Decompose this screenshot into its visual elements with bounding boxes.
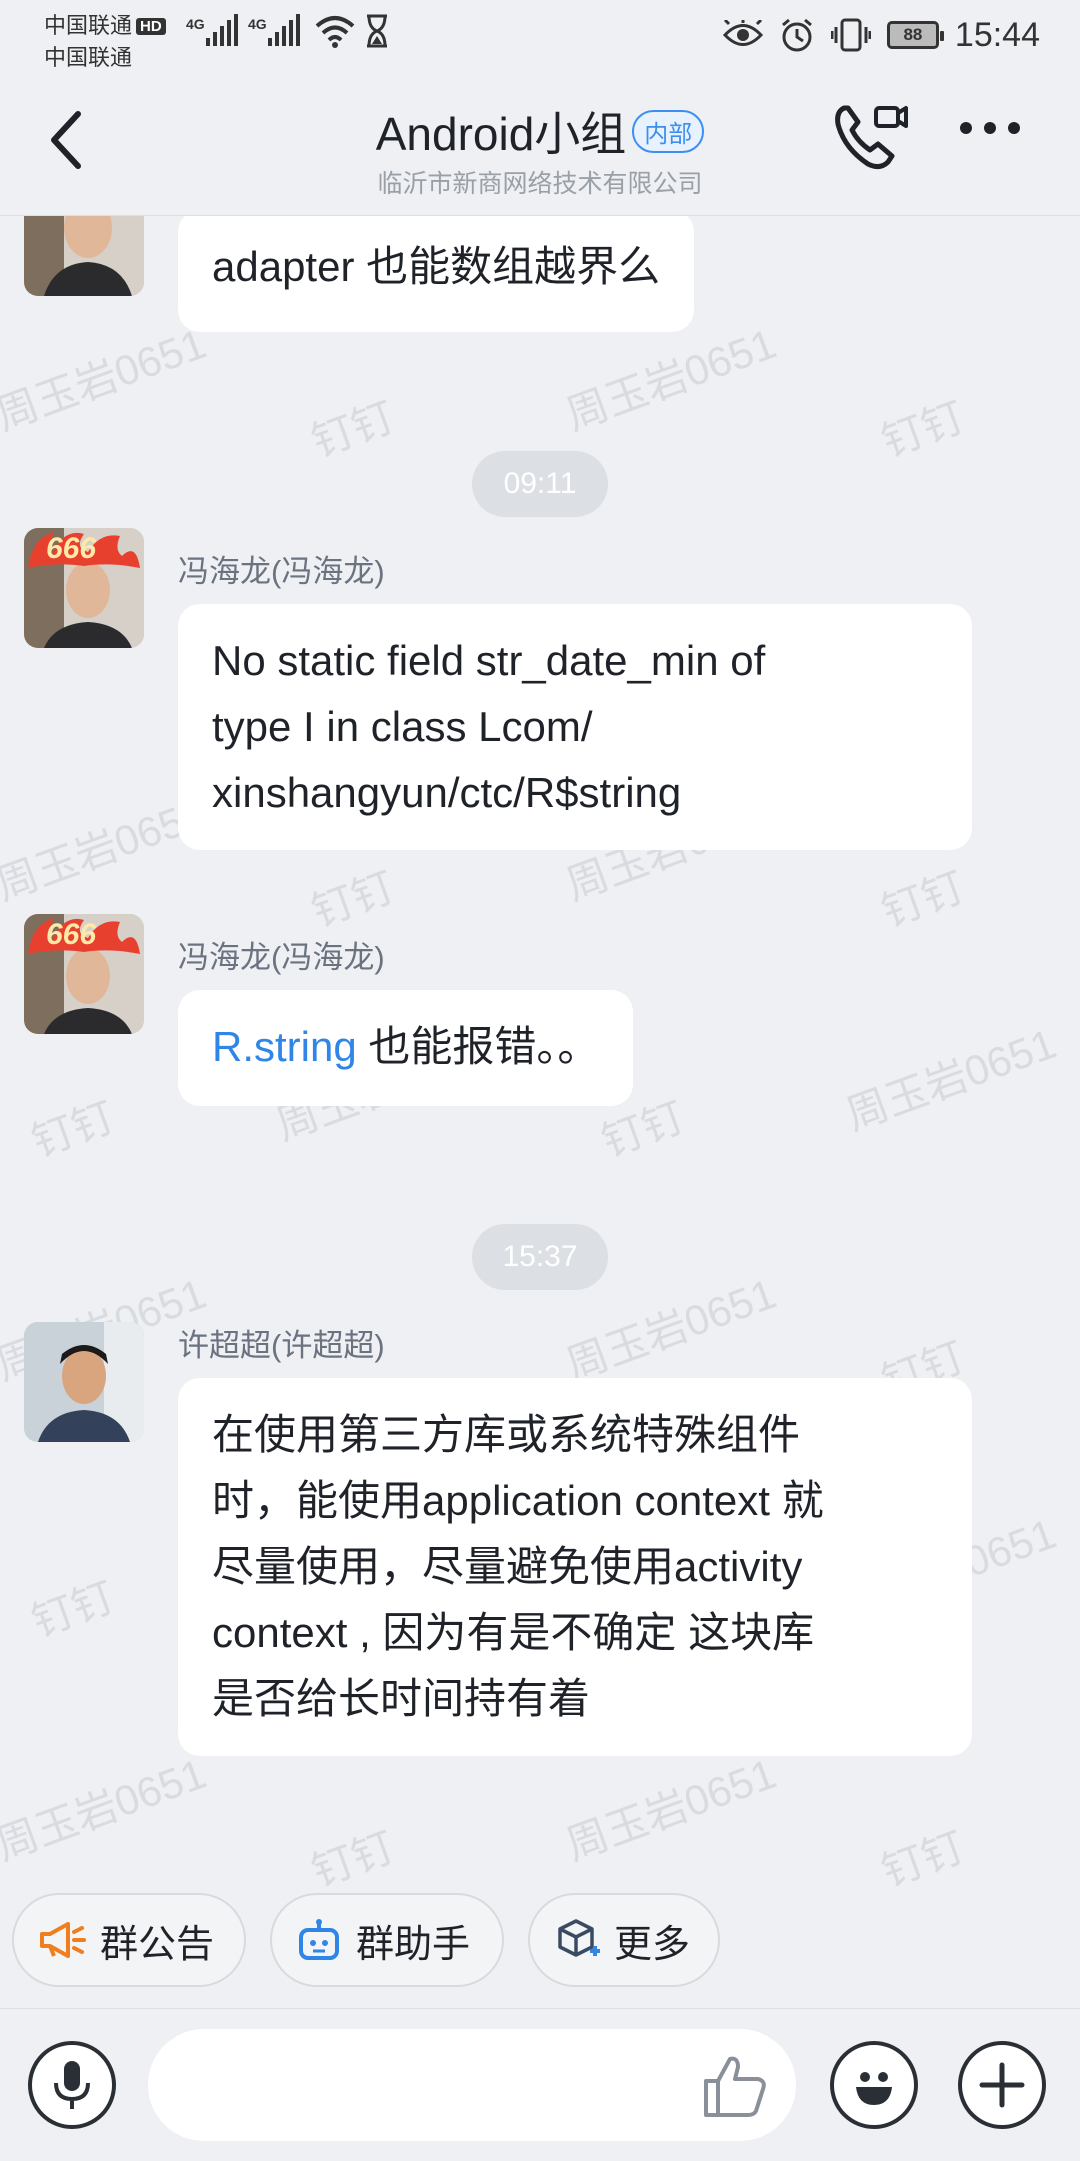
time-divider: 09:11 xyxy=(472,451,608,517)
message-line: xinshangyun/ctc/R$string xyxy=(212,769,682,816)
thumbs-up-icon[interactable] xyxy=(700,2051,770,2121)
message-text: adapter 也能数组越界么 xyxy=(212,243,661,290)
avatar-photo xyxy=(24,216,144,296)
phone-call-icon[interactable] xyxy=(830,98,910,174)
status-right: 88 15:44 xyxy=(722,10,1040,60)
title-row: Android小组 内部 xyxy=(0,98,1080,164)
avatar[interactable] xyxy=(24,1322,144,1442)
network-type-1: 4G xyxy=(186,16,205,32)
watermark: 钉钉 xyxy=(305,392,401,466)
watermark: 钉钉 xyxy=(875,1822,971,1886)
message-line: 在使用第三方库或系统特殊组件 xyxy=(212,1411,801,1458)
microphone-icon xyxy=(54,2061,90,2109)
watermark: 钉钉 xyxy=(305,1822,401,1886)
quick-action-label: 更多 xyxy=(614,1923,691,1966)
sender-name: 冯海龙(冯海龙) xyxy=(178,940,385,975)
message-input[interactable] xyxy=(148,2029,796,2141)
message-line: context , 因为有是不确定 这块库 xyxy=(212,1609,815,1656)
input-bar xyxy=(0,2008,1080,2161)
more-actions-button[interactable]: 更多 xyxy=(528,1893,720,1987)
internal-tag: 内部 xyxy=(632,109,705,153)
status-bar: 中国联通 HD 中国联通 4G 4G 88 15:44 xyxy=(0,0,1080,70)
megaphone-icon xyxy=(40,1922,86,1958)
smiley-icon xyxy=(856,2072,892,2105)
vibrate-icon xyxy=(830,18,871,52)
message-list[interactable]: 周玉岩0651 钉钉 周玉岩0651 钉钉 周玉岩0651 钉钉 周玉岩0651… xyxy=(0,216,1080,1886)
message-bubble[interactable]: R.string 也能报错。。 xyxy=(178,990,634,1106)
message-line: No static field str_date_min of xyxy=(212,637,766,684)
watermark: 周玉岩0651 xyxy=(839,1019,1062,1139)
message-bubble[interactable]: 在使用第三方库或系统特殊组件 时，能使用application context … xyxy=(178,1378,972,1756)
signal-icon-2 xyxy=(268,14,300,46)
avatar-photo xyxy=(24,1322,144,1442)
watermark: 钉钉 xyxy=(875,862,971,936)
battery-icon: 88 xyxy=(886,21,944,49)
wifi-icon xyxy=(315,16,355,48)
avatar[interactable]: 666 xyxy=(24,528,144,648)
watermark: 周玉岩0651 xyxy=(559,1749,782,1869)
group-assistant-button[interactable]: 群助手 xyxy=(270,1893,504,1987)
message-line: 是否给长时间持有着 xyxy=(212,1675,591,1722)
chat-header: Android小组 内部 临沂市新商网络技术有限公司 xyxy=(0,70,1080,216)
hourglass-icon xyxy=(367,14,387,48)
carrier-2: 中国联通 xyxy=(44,45,133,70)
hd-badge: HD xyxy=(136,18,166,35)
time-divider: 15:37 xyxy=(472,1224,608,1290)
status-time: 15:44 xyxy=(954,15,1040,54)
network-type-2: 4G xyxy=(248,16,267,32)
watermark: 钉钉 xyxy=(875,392,971,466)
message-bubble[interactable]: No static field str_date_min of type I i… xyxy=(178,604,972,850)
watermark: 钉钉 xyxy=(25,1092,121,1166)
watermark: 钉钉 xyxy=(25,1572,121,1646)
sender-name: 冯海龙(冯海龙) xyxy=(178,554,385,589)
message-bubble[interactable]: adapter 也能数组越界么 xyxy=(178,216,695,332)
avatar-badge: 666 xyxy=(46,532,97,565)
message-line: type I in class Lcom/ xyxy=(212,703,593,750)
carrier-1: 中国联通 HD xyxy=(44,8,166,40)
quick-action-label: 群公告 xyxy=(100,1923,215,1966)
cube-icon xyxy=(558,1919,600,1957)
sender-name: 许超超(许超超) xyxy=(178,1328,385,1363)
group-announcement-button[interactable]: 群公告 xyxy=(12,1893,246,1987)
signal-icon xyxy=(206,14,238,46)
page-subtitle: 临沂市新商网络技术有限公司 xyxy=(377,170,703,198)
plus-icon xyxy=(979,2062,1025,2108)
emoji-button[interactable] xyxy=(830,2041,918,2129)
quick-action-label: 群助手 xyxy=(356,1923,471,1966)
avatar[interactable]: 666 xyxy=(24,914,144,1034)
page-title[interactable]: Android小组 xyxy=(376,108,627,160)
message-text: 也能报错。。 xyxy=(356,1023,600,1070)
watermark: 钉钉 xyxy=(305,862,401,936)
watermark: 周玉岩0651 xyxy=(0,319,212,439)
message-link[interactable]: R.string xyxy=(212,1023,357,1070)
more-icon[interactable] xyxy=(958,120,1022,136)
watermark: 周玉岩0651 xyxy=(0,1749,212,1869)
message-line: 尽量使用，尽量避免使用activity xyxy=(212,1543,803,1590)
voice-button[interactable] xyxy=(28,2041,116,2129)
robot-icon xyxy=(299,1919,339,1960)
alarm-icon xyxy=(781,18,812,52)
eye-icon xyxy=(722,20,763,46)
avatar[interactable] xyxy=(24,216,144,296)
message-line: 时，能使用application context 就 xyxy=(212,1477,824,1524)
add-button[interactable] xyxy=(958,2041,1046,2129)
avatar-badge: 666 xyxy=(46,918,97,951)
